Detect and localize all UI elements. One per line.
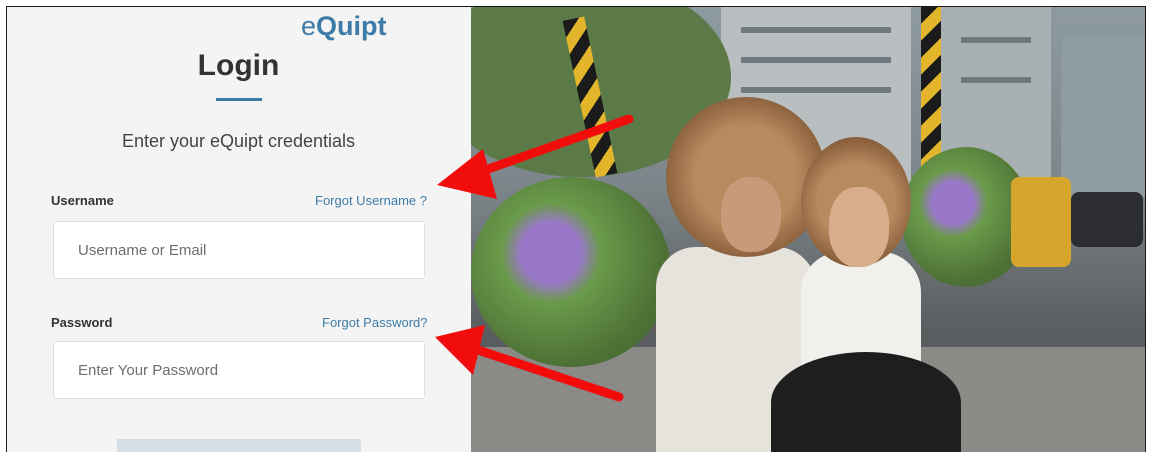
page-subtitle: Enter your eQuipt credentials	[121, 131, 356, 151]
photo-window-row	[741, 27, 891, 33]
photo-window-row	[741, 87, 891, 93]
photo-taxi	[1011, 177, 1071, 267]
photo-car	[1071, 192, 1143, 247]
logo-prefix: e	[301, 11, 317, 41]
photo-building	[1061, 37, 1145, 197]
login-panel: eQuipt Login Enter your eQuipt credentia…	[7, 7, 470, 452]
title-underline	[216, 98, 262, 101]
forgot-username-link[interactable]: Forgot Username ?	[315, 193, 427, 208]
equipt-logo: eQuipt	[301, 11, 387, 42]
photo-window-row	[741, 57, 891, 63]
photo-girl-skirt	[771, 352, 961, 452]
username-input[interactable]	[53, 221, 425, 279]
username-label: Username	[51, 193, 114, 208]
forgot-password-link[interactable]: Forgot Password?	[322, 315, 428, 330]
hero-photo	[471, 7, 1145, 452]
photo-window-row	[961, 77, 1031, 83]
screenshot-frame: eQuipt Login Enter your eQuipt credentia…	[6, 6, 1146, 452]
page-title: Login	[197, 49, 280, 82]
photo-flower-basket	[471, 177, 671, 367]
logo-suffix: Quipt	[316, 11, 387, 41]
login-button[interactable]	[117, 439, 361, 452]
photo-girl-face	[829, 187, 889, 267]
password-input[interactable]	[53, 341, 425, 399]
photo-window-row	[961, 37, 1031, 43]
photo-woman-face	[721, 177, 781, 252]
password-label: Password	[51, 315, 113, 330]
